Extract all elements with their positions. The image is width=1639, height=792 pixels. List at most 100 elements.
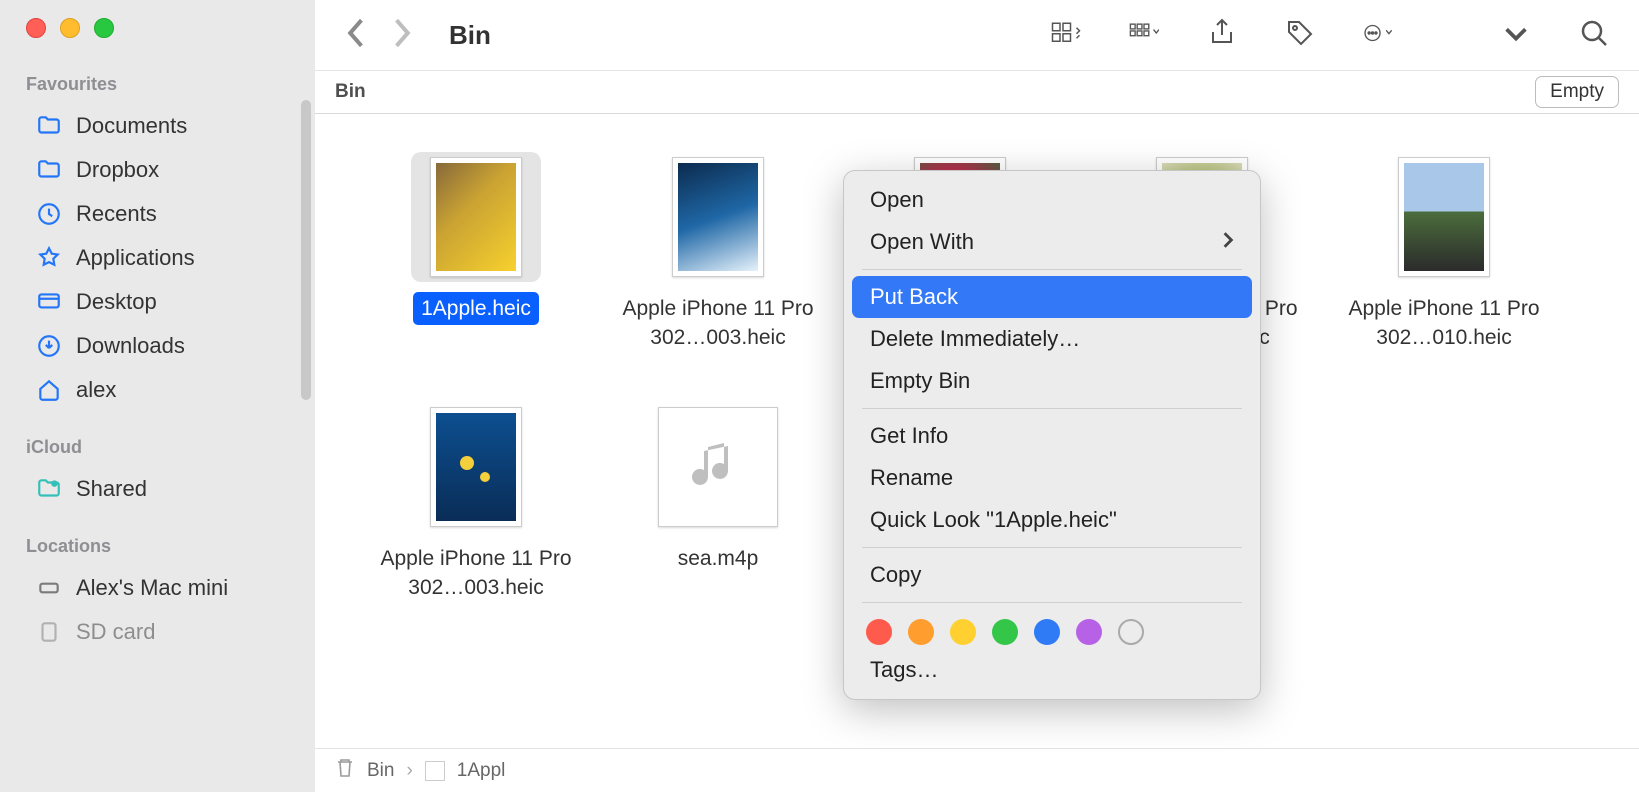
sidebar-item-mac-mini[interactable]: Alex's Mac mini <box>10 567 305 609</box>
sidebar-item-recents[interactable]: Recents <box>10 193 305 235</box>
search-button[interactable] <box>1579 18 1609 53</box>
menu-separator <box>862 269 1242 270</box>
action-button[interactable] <box>1363 18 1393 53</box>
menu-item-quick-look[interactable]: Quick Look "1Apple.heic" <box>844 499 1260 541</box>
home-icon <box>36 377 62 403</box>
forward-button[interactable] <box>393 17 413 54</box>
tag-none[interactable] <box>1118 619 1144 645</box>
shared-folder-icon <box>36 476 62 502</box>
sidebar-item-label: alex <box>76 377 116 403</box>
file-name: 1Apple.heic <box>413 292 539 325</box>
sidebar-item-sd-card[interactable]: SD card <box>10 611 305 653</box>
path-bar: Bin › 1Appl <box>315 748 1639 792</box>
sidebar-item-label: Shared <box>76 476 147 502</box>
tag-blue[interactable] <box>1034 619 1060 645</box>
sidebar-item-label: SD card <box>76 619 155 645</box>
tag-green[interactable] <box>992 619 1018 645</box>
clock-icon <box>36 201 62 227</box>
file-item[interactable]: Apple iPhone 11 Pro 302…003.heic <box>597 144 839 394</box>
sidebar-section-icloud: iCloud <box>0 433 315 466</box>
file-thumbnail <box>653 402 783 532</box>
tags-button[interactable] <box>1285 18 1315 53</box>
path-segment[interactable]: 1Appl <box>457 760 506 782</box>
file-icon <box>425 761 445 781</box>
menu-separator <box>862 547 1242 548</box>
location-title: Bin <box>335 81 366 103</box>
menu-item-put-back[interactable]: Put Back <box>852 276 1252 318</box>
group-button[interactable] <box>1129 18 1159 53</box>
empty-bin-button[interactable]: Empty <box>1535 76 1619 108</box>
path-segment[interactable]: Bin <box>367 760 394 782</box>
sd-card-icon <box>36 619 62 645</box>
menu-item-copy[interactable]: Copy <box>844 554 1260 596</box>
sidebar-item-label: Desktop <box>76 289 157 315</box>
menu-item-rename[interactable]: Rename <box>844 457 1260 499</box>
context-menu: Open Open With Put Back Delete Immediate… <box>843 170 1261 700</box>
sidebar-item-home[interactable]: alex <box>10 369 305 411</box>
menu-item-empty-bin[interactable]: Empty Bin <box>844 360 1260 402</box>
back-button[interactable] <box>345 17 365 54</box>
sidebar-scrollbar[interactable] <box>301 100 311 400</box>
toolbar: Bin <box>315 0 1639 70</box>
close-window-button[interactable] <box>26 18 46 38</box>
file-thumbnail <box>411 152 541 282</box>
file-name: sea.m4p <box>670 542 767 575</box>
menu-tags-row <box>844 609 1260 649</box>
sidebar-item-label: Documents <box>76 113 187 139</box>
file-thumbnail <box>1379 152 1509 282</box>
sidebar-item-label: Downloads <box>76 333 185 359</box>
chevron-right-icon <box>1222 229 1234 255</box>
sidebar-item-label: Recents <box>76 201 157 227</box>
menu-item-open-with[interactable]: Open With <box>844 221 1260 263</box>
sidebar-item-downloads[interactable]: Downloads <box>10 325 305 367</box>
folder-icon <box>36 113 62 139</box>
chevron-right-icon: › <box>406 760 412 782</box>
folder-icon <box>36 157 62 183</box>
file-name: Apple iPhone 11 Pro 302…003.heic <box>366 542 586 605</box>
menu-item-get-info[interactable]: Get Info <box>844 415 1260 457</box>
sidebar: Favourites Documents Dropbox Recents App… <box>0 0 315 792</box>
tag-red[interactable] <box>866 619 892 645</box>
sidebar-item-label: Dropbox <box>76 157 159 183</box>
file-name: Apple iPhone 11 Pro 302…010.heic <box>1334 292 1554 355</box>
file-item[interactable]: sea.m4p <box>597 394 839 644</box>
computer-icon <box>36 575 62 601</box>
subheader: Bin Empty <box>315 70 1639 114</box>
sidebar-item-documents[interactable]: Documents <box>10 105 305 147</box>
share-button[interactable] <box>1207 18 1237 53</box>
tag-yellow[interactable] <box>950 619 976 645</box>
sidebar-section-favourites: Favourites <box>0 70 315 103</box>
trash-icon <box>335 757 355 785</box>
menu-item-tags[interactable]: Tags… <box>844 649 1260 691</box>
menu-separator <box>862 408 1242 409</box>
content-area: Bin <box>315 0 1639 792</box>
sidebar-item-desktop[interactable]: Desktop <box>10 281 305 323</box>
file-item[interactable]: 1Apple.heic <box>355 144 597 394</box>
more-button[interactable] <box>1501 18 1531 53</box>
download-icon <box>36 333 62 359</box>
window-controls <box>0 18 315 70</box>
file-name: Apple iPhone 11 Pro 302…003.heic <box>608 292 828 355</box>
file-thumbnail <box>411 402 541 532</box>
desktop-icon <box>36 289 62 315</box>
menu-item-delete-immediately[interactable]: Delete Immediately… <box>844 318 1260 360</box>
window-title: Bin <box>449 20 491 51</box>
tag-purple[interactable] <box>1076 619 1102 645</box>
music-note-icon <box>688 437 748 497</box>
file-item[interactable]: Apple iPhone 11 Pro 302…003.heic <box>355 394 597 644</box>
menu-item-open[interactable]: Open <box>844 179 1260 221</box>
sidebar-item-label: Alex's Mac mini <box>76 575 228 601</box>
file-thumbnail <box>653 152 783 282</box>
app-icon <box>36 245 62 271</box>
file-item[interactable]: Apple iPhone 11 Pro 302…010.heic <box>1323 144 1565 394</box>
menu-separator <box>862 602 1242 603</box>
sidebar-item-label: Applications <box>76 245 195 271</box>
sidebar-item-applications[interactable]: Applications <box>10 237 305 279</box>
tag-orange[interactable] <box>908 619 934 645</box>
sidebar-section-locations: Locations <box>0 532 315 565</box>
minimize-window-button[interactable] <box>60 18 80 38</box>
view-mode-button[interactable] <box>1051 18 1081 53</box>
sidebar-item-shared[interactable]: Shared <box>10 468 305 510</box>
fullscreen-window-button[interactable] <box>94 18 114 38</box>
sidebar-item-dropbox[interactable]: Dropbox <box>10 149 305 191</box>
